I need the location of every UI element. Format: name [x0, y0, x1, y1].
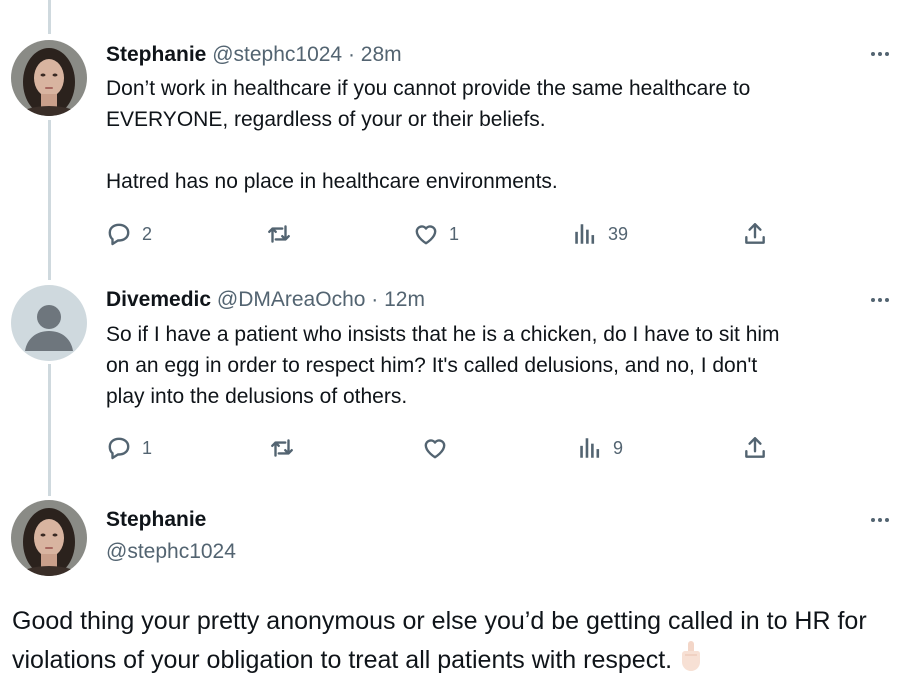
like-button[interactable] [422, 433, 448, 463]
avatar-stephanie[interactable] [11, 40, 87, 116]
tweet-1-actions: 2 1 39 [106, 219, 786, 249]
reply-icon [106, 435, 132, 461]
share-icon [742, 435, 768, 461]
share-icon [742, 221, 768, 247]
timestamp[interactable]: · 12m [371, 288, 425, 311]
focused-tweet-body: Good thing your pretty anonymous or else… [12, 607, 867, 675]
avatar-divemedic[interactable] [11, 285, 87, 361]
tweet-2-header: Divemedic @DMAreaOcho · 12m [106, 288, 425, 312]
views-count: 39 [608, 223, 629, 244]
views-icon [577, 435, 603, 461]
views-icon [572, 221, 598, 247]
like-icon [413, 221, 439, 247]
more-icon[interactable] [865, 510, 895, 530]
share-button[interactable] [742, 219, 768, 249]
share-button[interactable] [742, 433, 768, 463]
more-icon[interactable] [865, 44, 895, 64]
middle-finger-emoji [678, 640, 704, 683]
thread-line-2 [48, 364, 51, 496]
like-icon [422, 435, 448, 461]
reply-count: 2 [142, 223, 153, 244]
avatar-stephanie[interactable] [11, 500, 87, 576]
tweet-text: So if I have a patient who insists that … [106, 323, 780, 408]
reply-button[interactable]: 1 [106, 433, 152, 463]
views-button[interactable]: 9 [577, 433, 623, 463]
tweet-text: Don’t work in healthcare if you cannot p… [106, 77, 751, 193]
retweet-icon [269, 435, 295, 461]
reply-button[interactable]: 2 [106, 219, 152, 249]
like-count: 1 [449, 223, 460, 244]
handle[interactable]: @stephc1024 [212, 43, 342, 66]
focused-tweet-header: Stephanie [106, 508, 206, 532]
thread-line-1 [48, 120, 51, 280]
reply-count: 1 [142, 437, 153, 458]
display-name[interactable]: Divemedic [106, 288, 211, 311]
timestamp[interactable]: · 28m [348, 43, 402, 66]
thread-line-top [48, 0, 51, 34]
views-button[interactable]: 39 [572, 219, 628, 249]
retweet-icon [266, 221, 292, 247]
views-count: 9 [613, 437, 624, 458]
retweet-button[interactable] [269, 433, 295, 463]
display-name[interactable]: Stephanie [106, 43, 206, 66]
tweet-2-actions: 1 9 [106, 433, 786, 463]
more-icon[interactable] [865, 290, 895, 310]
display-name[interactable]: Stephanie [106, 508, 206, 531]
retweet-button[interactable] [266, 219, 292, 249]
like-button[interactable]: 1 [413, 219, 459, 249]
tweet-1-header: Stephanie @stephc1024 · 28m [106, 43, 402, 67]
focused-tweet-text: Good thing your pretty anonymous or else… [12, 602, 892, 683]
handle[interactable]: @stephc1024 [106, 540, 236, 564]
handle[interactable]: @DMAreaOcho [217, 288, 366, 311]
reply-icon [106, 221, 132, 247]
